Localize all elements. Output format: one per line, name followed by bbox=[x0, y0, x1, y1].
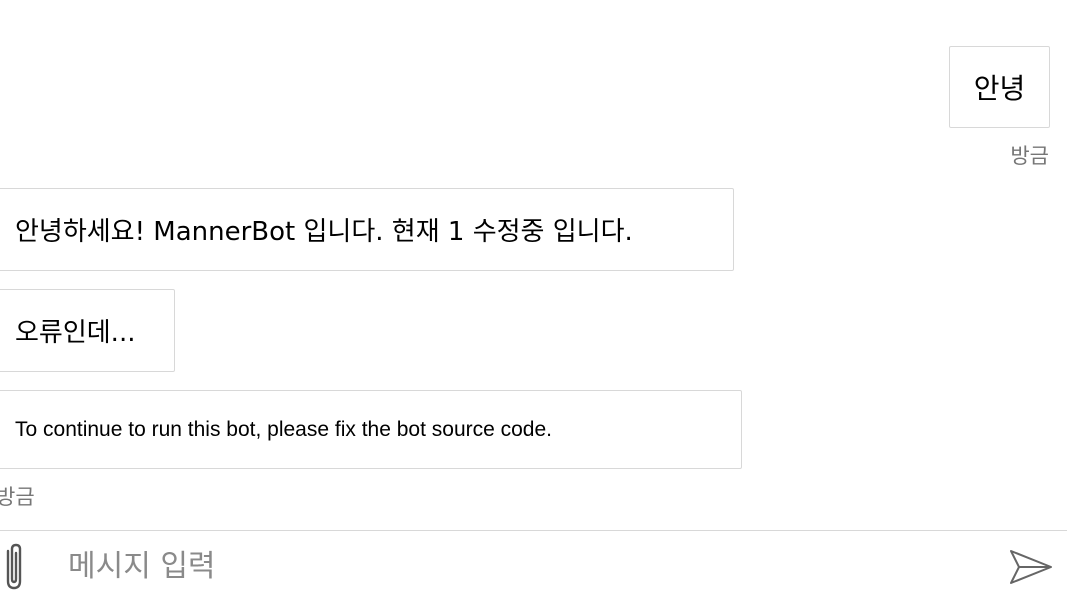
bot-message-bubble: 안녕하세요! MannerBot 입니다. 현재 1 수정중 입니다. bbox=[0, 188, 734, 271]
paperclip-icon bbox=[6, 543, 22, 590]
message-input-bar bbox=[0, 530, 1067, 601]
bot-message-text: 오류인데... bbox=[15, 318, 136, 348]
bot-message-bubble: 오류인데... bbox=[0, 289, 175, 372]
chat-history: 안녕 방금 안녕하세요! MannerBot 입니다. 현재 1 수정중 입니다… bbox=[0, 0, 1067, 530]
send-icon bbox=[1010, 550, 1052, 584]
user-message-bubble: 안녕 bbox=[949, 46, 1050, 128]
bot-message-text: To continue to run this bot, please fix … bbox=[15, 417, 552, 441]
user-message-text: 안녕 bbox=[973, 72, 1026, 105]
attach-button[interactable] bbox=[0, 543, 30, 591]
user-message-timestamp: 방금 bbox=[1010, 144, 1049, 168]
send-button[interactable] bbox=[1009, 547, 1053, 587]
bot-message-timestamp: 방금 bbox=[0, 485, 35, 509]
message-input[interactable] bbox=[68, 543, 968, 589]
bot-message-bubble: To continue to run this bot, please fix … bbox=[0, 390, 742, 469]
bot-message-text: 안녕하세요! MannerBot 입니다. 현재 1 수정중 입니다. bbox=[15, 217, 633, 247]
